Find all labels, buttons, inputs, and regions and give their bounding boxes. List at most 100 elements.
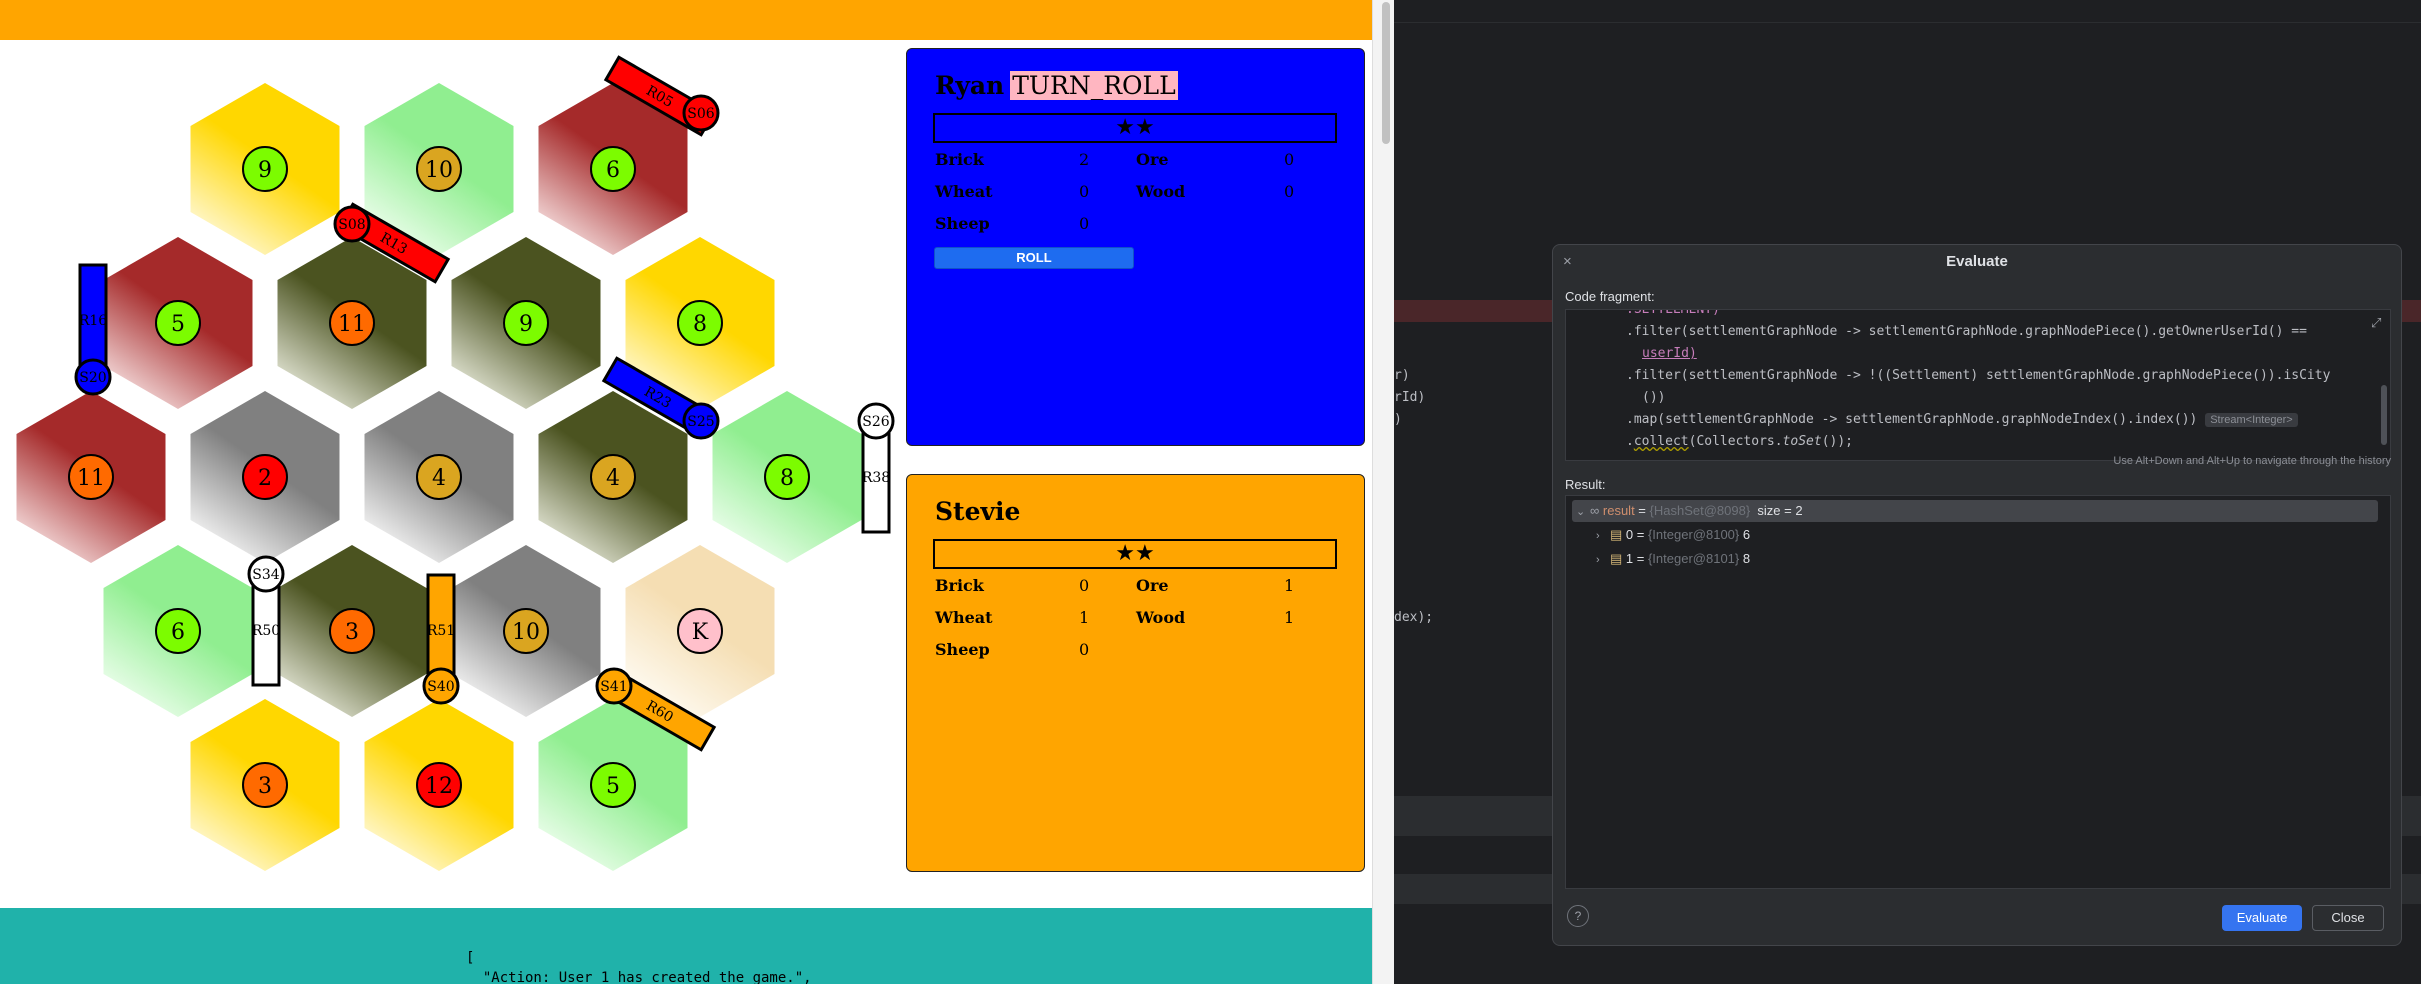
settlement-label: S41	[600, 679, 627, 695]
brick-count: 2	[1079, 150, 1090, 169]
wheat-count: 0	[1079, 182, 1090, 201]
number-token-label: 5	[171, 312, 185, 337]
brick-label: Brick	[935, 576, 984, 595]
page-scrollbar-thumb[interactable]	[1382, 2, 1390, 144]
road-label: R16	[79, 313, 107, 329]
road-label: R50	[252, 623, 280, 639]
number-token-label: 11	[338, 312, 366, 337]
settlement-piece[interactable]: S26	[857, 402, 895, 440]
chevron-right-icon[interactable]: ›	[1596, 525, 1610, 547]
editor-code-fragment: dex);	[1394, 610, 1434, 625]
wood-label: Wood	[1136, 182, 1186, 201]
hex-tile[interactable]: 3	[190, 699, 340, 871]
result-tree: ⌄ ∞ result = {HashSet@8098} size = 2 › ▤ 0…	[1565, 495, 2391, 889]
road-piece[interactable]: R16	[78, 263, 108, 377]
hex-tile[interactable]: 8	[712, 391, 862, 563]
code-line: userId)	[1642, 346, 1697, 361]
hex-tile[interactable]: 11	[16, 391, 166, 563]
settlement-piece[interactable]: S06	[682, 94, 720, 132]
page-scrollbar[interactable]	[1372, 0, 1395, 984]
result-label: Result:	[1565, 477, 1606, 492]
hex-tile[interactable]: 3	[277, 545, 427, 717]
chevron-right-icon[interactable]: ›	[1596, 549, 1610, 571]
watch-icon: ∞	[1590, 503, 1603, 518]
settlement-label: S34	[252, 567, 279, 583]
turn-state-badge: TURN_ROLL	[1010, 71, 1178, 100]
roll-button[interactable]: ROLL	[934, 247, 1134, 269]
evaluate-button[interactable]: Evaluate	[2222, 905, 2302, 931]
road-label: R38	[862, 470, 890, 486]
settlement-label: S08	[338, 217, 365, 233]
expand-icon[interactable]: ⤢	[2371, 315, 2381, 331]
ore-label: Ore	[1136, 150, 1169, 169]
settlement-piece[interactable]: S25	[682, 402, 720, 440]
player-panel-ryan: Ryan TURN_ROLL ★★ Brick 2 Ore 0 Wheat 0 W…	[906, 48, 1365, 446]
help-button[interactable]: ?	[1567, 905, 1589, 927]
ore-count: 0	[1284, 150, 1295, 169]
number-token-label: K	[692, 620, 709, 645]
game-board: 9 10 65 11 9 811 2 4 4 86 3 10 K3 12 5 R05R13R16R23R38…	[16, 55, 895, 871]
hex-tile[interactable]: 5	[103, 237, 253, 409]
field-icon: ▤	[1610, 527, 1626, 542]
code-line: .SETTLEMENT)	[1626, 309, 1720, 317]
player-name: Ryan TURN_ROLL	[935, 71, 1178, 100]
code-line: ())	[1642, 390, 1666, 405]
hex-tile[interactable]: 10	[451, 545, 601, 717]
editor-code-fragment: )	[1394, 412, 1402, 427]
road-label: R51	[427, 623, 455, 639]
brick-count: 0	[1079, 576, 1090, 595]
hex-tile[interactable]: 6	[103, 545, 253, 717]
result-root-node[interactable]: ⌄ ∞ result = {HashSet@8098} size = 2	[1572, 500, 2378, 522]
hex-tile[interactable]: 4	[364, 391, 514, 563]
hex-tile[interactable]: 9	[451, 237, 601, 409]
settlement-piece[interactable]: S41	[595, 667, 633, 705]
action-log: [ "Action: User 1 has created the game."…	[0, 908, 1372, 984]
code-line: .collect(Collectors.toSet());	[1626, 434, 1853, 449]
sheep-label: Sheep	[935, 214, 990, 233]
settlement-piece[interactable]: S20	[74, 358, 112, 396]
sheep-count: 0	[1079, 214, 1090, 233]
number-token-label: 9	[258, 158, 272, 183]
wood-label: Wood	[1136, 608, 1186, 627]
settlement-piece[interactable]: S08	[333, 205, 371, 243]
wood-count: 0	[1284, 182, 1295, 201]
code-line: .map(settlementGraphNode -> settlementGr…	[1626, 412, 2298, 427]
history-hint: Use Alt+Down and Alt+Up to navigate thro…	[2113, 455, 2391, 467]
settlement-label: S06	[687, 106, 714, 122]
editor-divider	[1394, 22, 2421, 23]
settlement-piece[interactable]: S34	[247, 555, 285, 593]
settlement-piece[interactable]: S40	[422, 667, 460, 705]
wheat-label: Wheat	[935, 182, 993, 201]
field-icon: ▤	[1610, 551, 1626, 566]
number-token-label: 3	[258, 774, 272, 799]
editor-code-fragment: r)	[1394, 368, 1410, 383]
victory-stars: ★★	[933, 539, 1337, 569]
settlement-label: S40	[427, 679, 454, 695]
code-fragment-editor[interactable]: .SETTLEMENT) .filter(settlementGraphNode…	[1565, 309, 2391, 461]
hex-tile[interactable]: 9	[190, 83, 340, 255]
type-hint: Stream<Integer>	[2205, 413, 2298, 427]
number-token-label: 10	[512, 620, 540, 645]
chevron-down-icon[interactable]: ⌄	[1576, 501, 1590, 523]
number-token-label: 6	[606, 158, 620, 183]
code-scrollbar[interactable]	[2381, 385, 2387, 445]
number-token-label: 10	[425, 158, 453, 183]
hex-tile[interactable]: 12	[364, 699, 514, 871]
number-token-label: 11	[77, 466, 105, 491]
number-token-label: 8	[780, 466, 794, 491]
victory-stars: ★★	[933, 113, 1337, 143]
settlement-label: S20	[79, 370, 106, 386]
settlement-label: S26	[862, 414, 889, 430]
wood-count: 1	[1284, 608, 1295, 627]
close-button[interactable]: Close	[2312, 905, 2384, 931]
game-page: 9 10 6 5 11 9 8 11 2 4 4 8 6 3 10 K 3 12 5 R05 R13 R16 R23 R38…	[0, 0, 1372, 984]
player-name: Stevie	[935, 497, 1021, 526]
hex-tile[interactable]: 2	[190, 391, 340, 563]
number-token-label: 12	[425, 774, 453, 799]
number-token-label: 4	[432, 466, 446, 491]
result-child-node[interactable]: › ▤ 1 = {Integer@8101} 8	[1596, 548, 1750, 570]
code-line: .filter(settlementGraphNode -> !((Settle…	[1626, 368, 2331, 383]
result-child-node[interactable]: › ▤ 0 = {Integer@8100} 6	[1596, 524, 1750, 546]
sheep-label: Sheep	[935, 640, 990, 659]
number-token-label: 4	[606, 466, 620, 491]
